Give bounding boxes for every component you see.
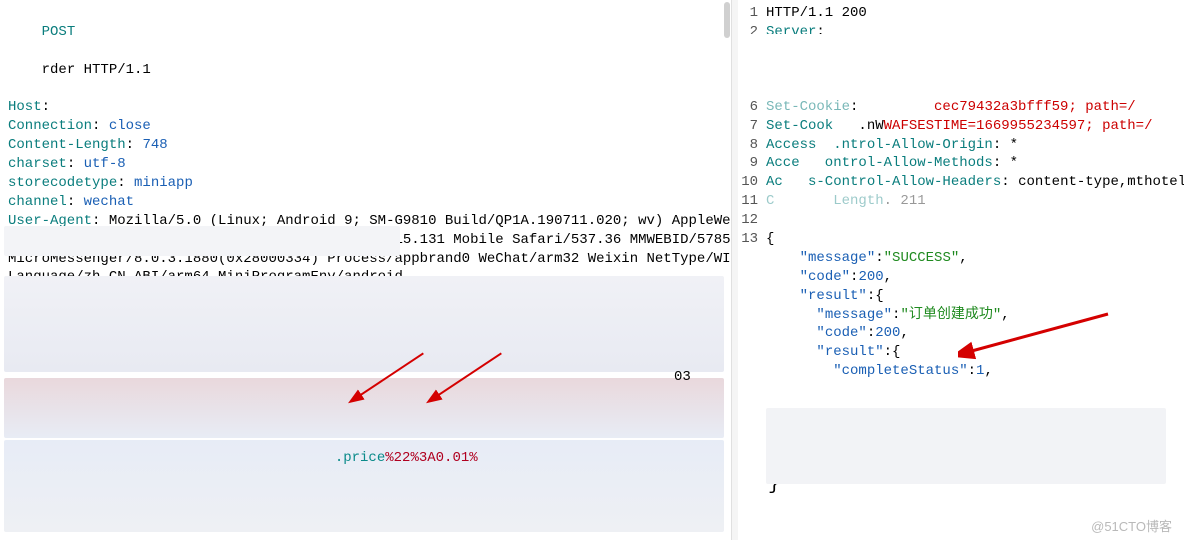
json-message: "SUCCESS" (884, 250, 960, 266)
line-number: 9 (740, 154, 766, 173)
resp-status: HTTP/1.1 200 (766, 5, 867, 21)
resp-hdr-setcook: Set-Cook (766, 118, 833, 134)
scrollbar-thumb[interactable] (724, 2, 730, 38)
json-result-key: "result" (800, 288, 867, 304)
redaction-block (4, 276, 724, 372)
json-inner-code: 200 (875, 325, 900, 341)
resp-hdr-acah: Ac s-Control-Allow-Headers (766, 174, 1001, 190)
line-number: 10 (740, 173, 766, 192)
line-number: 6 (740, 98, 766, 117)
body-price-fragment: .price%22%3A0.01% (318, 430, 478, 468)
redaction-block (742, 34, 1162, 96)
hdr-storecodetype: storecodetype (8, 175, 117, 191)
resp-hdr-clen: C Length (766, 193, 884, 209)
watermark: @51CTO博客 (1091, 518, 1172, 536)
line-number: 11 (740, 192, 766, 211)
line-number: 1 (740, 4, 766, 23)
request-line: POST rder HTTP/1.1 (8, 4, 723, 98)
req-path-suffix: rder HTTP/1.1 (42, 62, 151, 78)
resp-hdr-acam: Acce ontrol-Allow-Methods (766, 155, 993, 171)
redaction-block (4, 378, 724, 438)
hdr-contentlength: Content-Length (8, 137, 126, 153)
json-inner-message: "订单创建成功" (900, 307, 1001, 323)
hdr-channel: channel (8, 194, 67, 210)
hdr-connection: Connection (8, 118, 92, 134)
line-number: 8 (740, 136, 766, 155)
body-num-fragment: 03 (674, 368, 691, 387)
line-number: 13 (740, 230, 766, 249)
json-code: 200 (858, 269, 883, 285)
json-completeStatus: 1 (976, 363, 984, 379)
resp-hdr-acao: Access .ntrol-Allow-Origin (766, 137, 993, 153)
http-method: POST (42, 24, 76, 40)
line-number: 7 (740, 117, 766, 136)
json-open-brace: { (766, 231, 774, 247)
resp-hdr-setcookie: Set-Cookie (766, 99, 850, 115)
redaction-block (4, 226, 400, 256)
redaction-block (766, 408, 1166, 484)
hdr-host: Host (8, 99, 42, 115)
hdr-charset: charset (8, 156, 67, 172)
line-number: 12 (740, 211, 766, 230)
